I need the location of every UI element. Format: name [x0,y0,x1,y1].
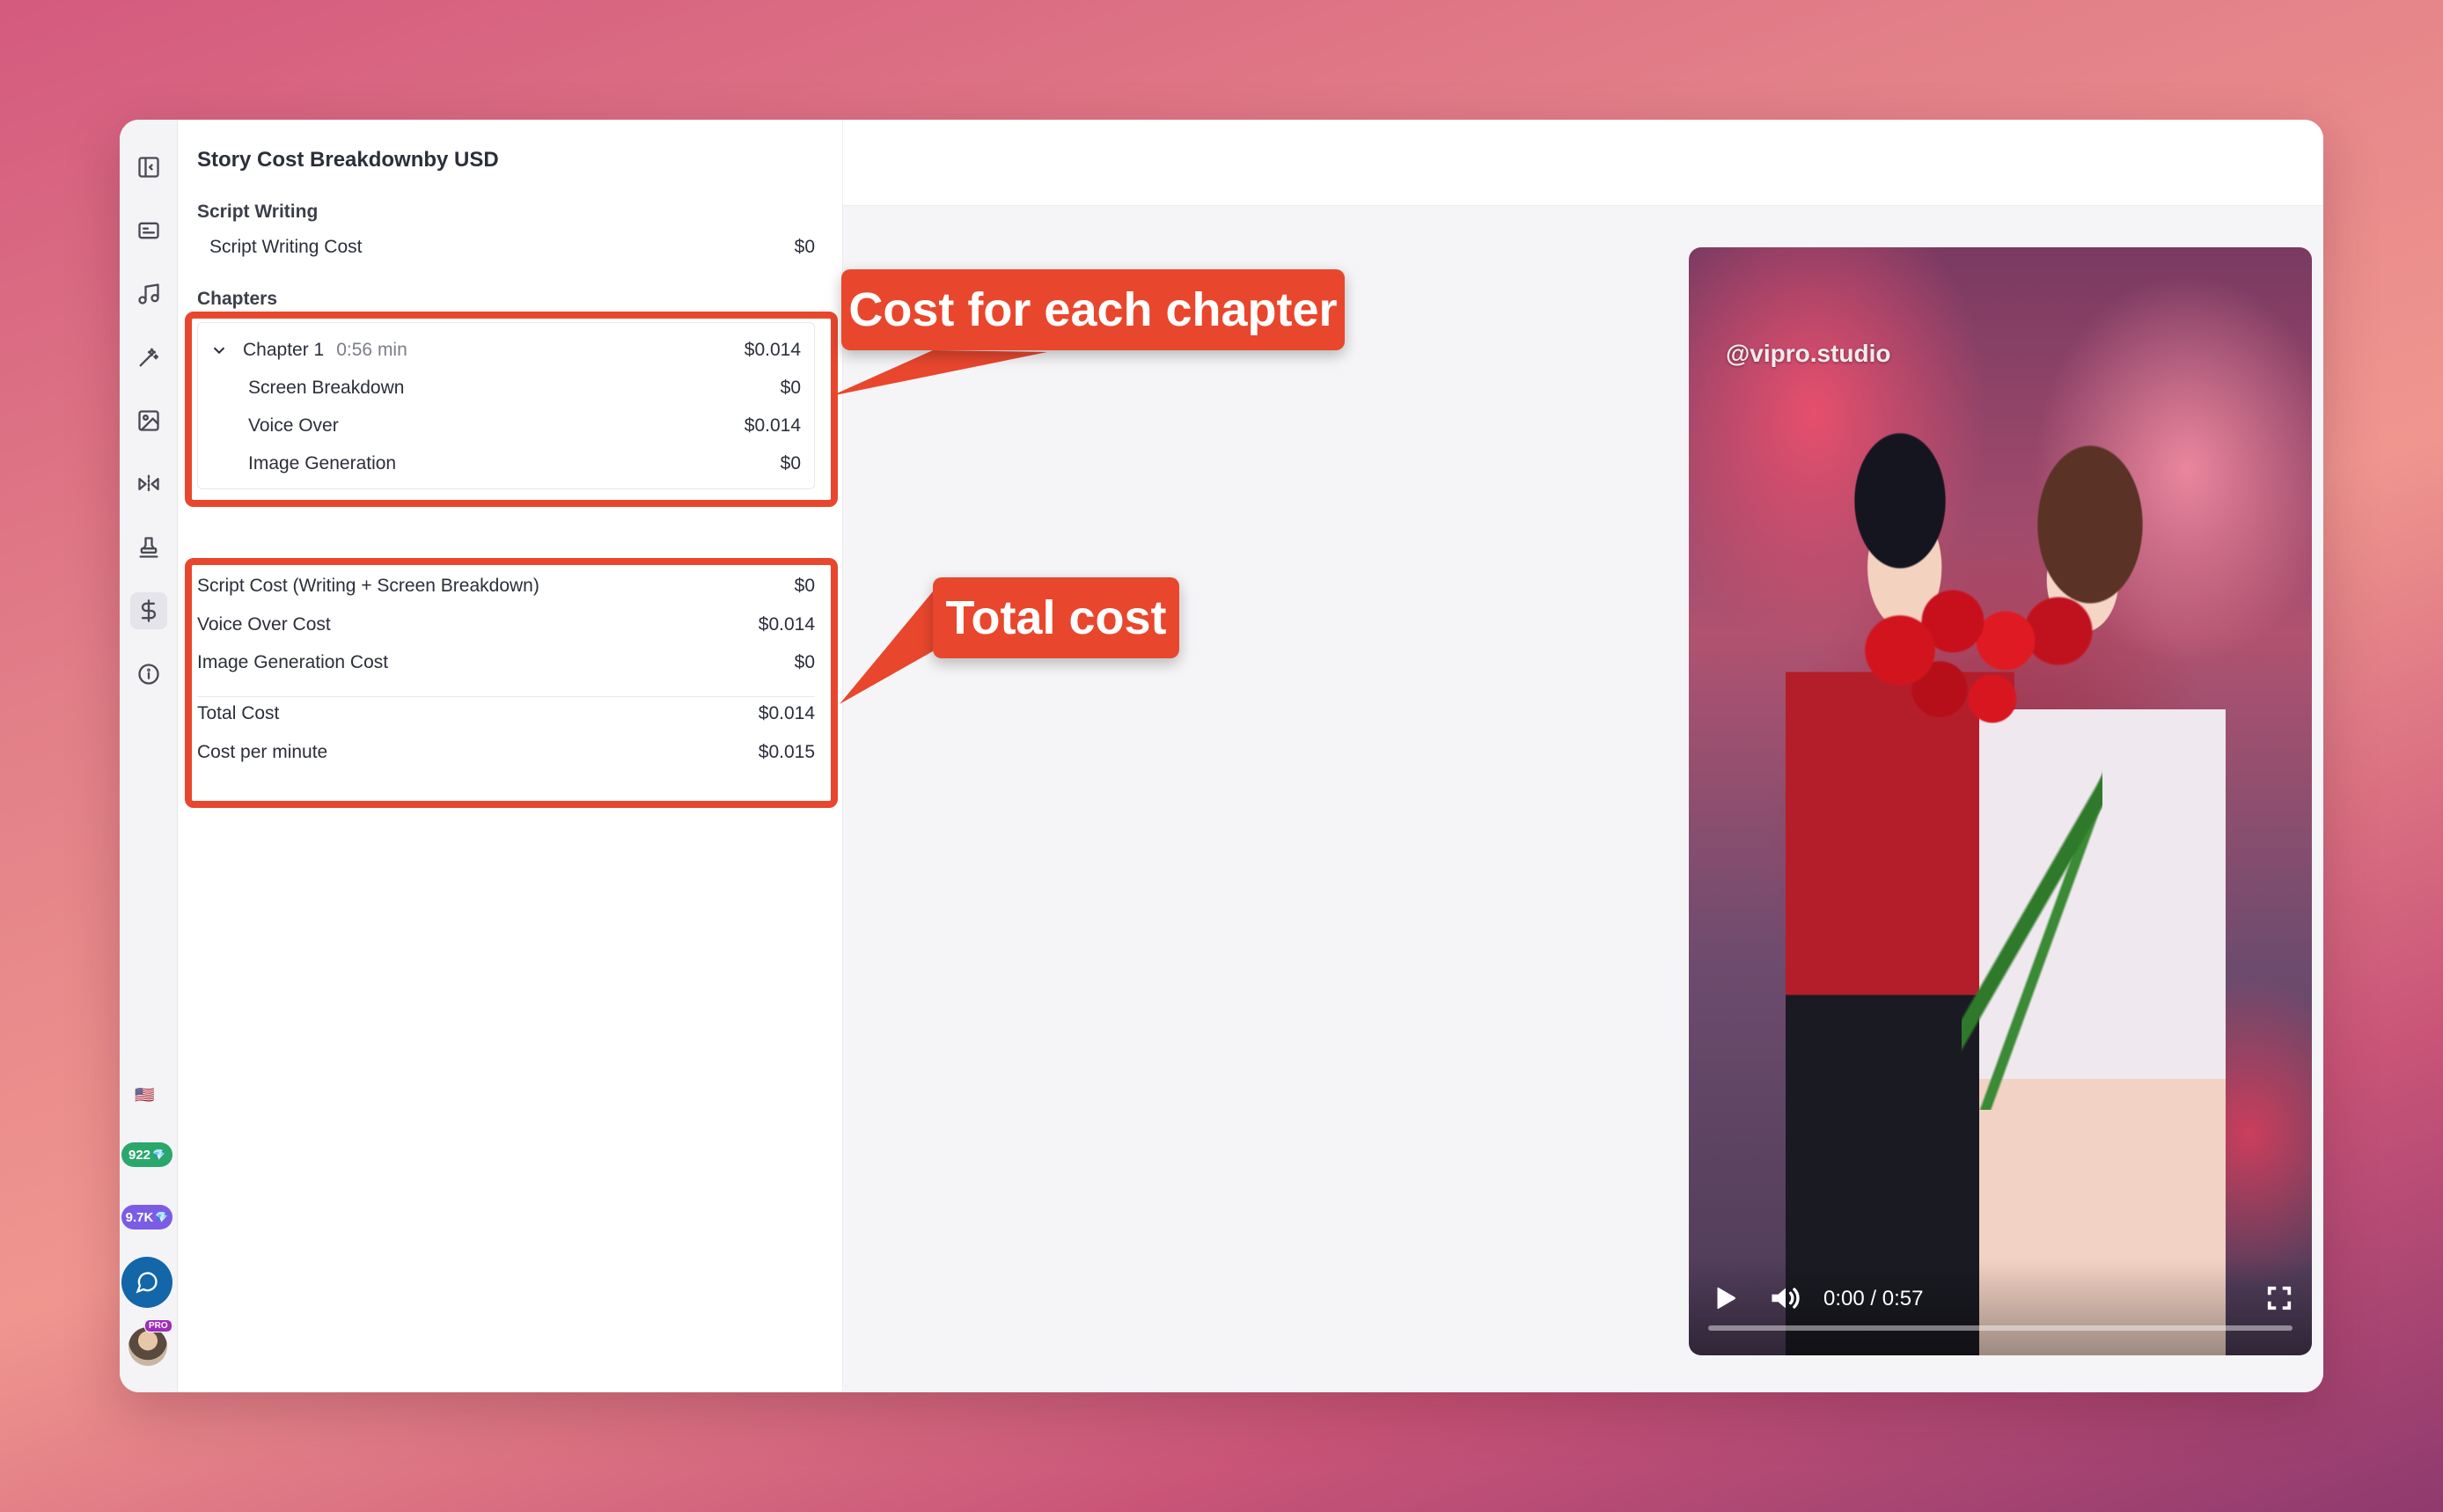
flip-icon[interactable] [135,470,163,498]
image-video-icon[interactable] [135,407,163,435]
video-scene-roses [1847,573,2111,767]
credits-value: 9.7K [125,1209,154,1225]
video-player[interactable]: @vipro.studio 0:00 / 0:57 [1689,247,2312,1355]
credits-badge-secondary[interactable]: 9.7K 💎 [121,1205,172,1229]
total-highlight-box [185,558,838,808]
volume-icon[interactable] [1768,1283,1803,1313]
sidebar-rail: 🇺🇸 922 💎 9.7K 💎 PRO [120,120,178,1392]
video-time: 0:00 / 0:57 [1823,1287,1924,1310]
section-script-writing: Script Writing [197,202,319,222]
chat-button[interactable] [121,1257,172,1308]
video-watermark: @vipro.studio [1726,340,1891,367]
credits-badge-primary[interactable]: 922 💎 [121,1142,172,1167]
gem-icon: 💎 [155,1211,169,1223]
row-value: $0 [794,237,815,257]
callout-chapter: Cost for each chapter [841,269,1345,350]
pro-badge: PRO [144,1319,172,1332]
stamp-icon[interactable] [135,533,163,561]
magic-wand-icon[interactable] [135,343,163,371]
music-icon[interactable] [135,280,163,308]
video-controls: 0:00 / 0:57 [1689,1259,2312,1355]
section-chapters: Chapters [197,289,278,309]
video-progress-bar[interactable] [1708,1325,2293,1331]
language-flag-icon[interactable]: 🇺🇸 [135,1086,161,1104]
fullscreen-icon[interactable] [2266,1285,2293,1311]
panel-title: Story Cost Breakdownby USD [197,148,499,172]
video-scene-stems [1962,740,2102,1110]
gem-icon: 💎 [152,1149,165,1161]
cost-breakdown-panel: Story Cost Breakdownby USD Script Writin… [178,120,843,1392]
toggle-sidebar-icon[interactable] [135,153,163,181]
play-icon[interactable] [1710,1283,1740,1313]
top-bar [843,120,2323,206]
script-writing-row: Script Writing Cost $0 [209,234,815,261]
row-label: Script Writing Cost [209,237,363,257]
credits-value: 922 [128,1147,151,1163]
script-card-icon[interactable] [135,217,163,245]
callout-total: Total cost [933,577,1179,658]
user-avatar[interactable] [128,1327,167,1366]
chapter-highlight-box [185,312,838,507]
chat-bubble-icon [136,1272,158,1294]
info-icon[interactable] [135,660,163,688]
dollar-cost-icon[interactable] [130,592,167,629]
